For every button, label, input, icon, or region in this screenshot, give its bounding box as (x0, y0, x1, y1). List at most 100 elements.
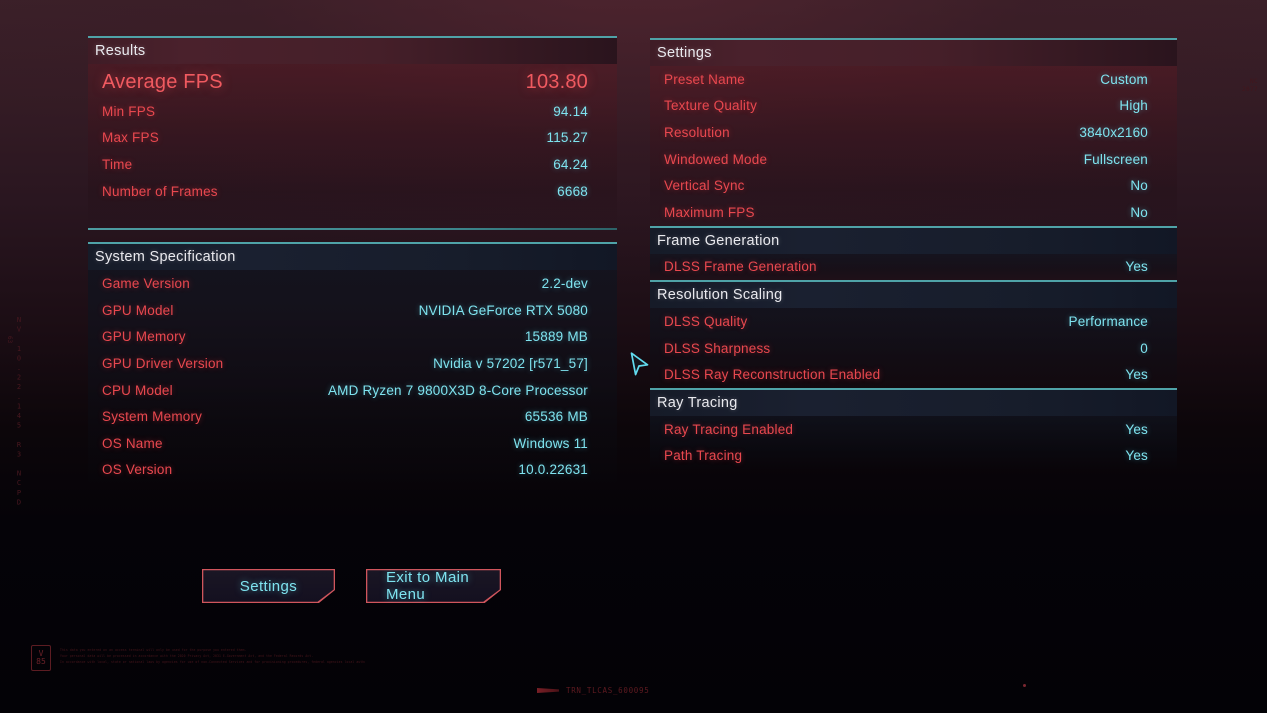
legal-disclaimer-line: In accordance with local, state or natio… (60, 660, 365, 665)
stat-row: Number of Frames 6668 (88, 178, 617, 205)
corner-code-watermark: NC 2077 (1242, 78, 1258, 93)
stat-row: Texture Quality High (650, 93, 1177, 120)
stat-row-label: OS Version (102, 462, 173, 478)
stat-row: GPU Memory 15889 MB (88, 324, 617, 351)
stat-row-label: DLSS Quality (664, 313, 748, 329)
stat-row: GPU Driver Version Nvidia v 57202 [r571_5… (88, 350, 617, 377)
stat-row-label: GPU Memory (102, 329, 186, 345)
section-title: Ray Tracing (657, 394, 738, 411)
settings-button[interactable]: Settings (202, 569, 335, 603)
build-tag-label: TRN_TLCAS_600095 (566, 686, 650, 695)
legal-badge-line-2: 85 (36, 657, 46, 666)
stat-row-label: Min FPS (102, 103, 156, 119)
stat-row-label: Vertical Sync (664, 178, 745, 194)
section-header: Ray Tracing (650, 387, 1177, 416)
stat-row-label: GPU Model (102, 302, 174, 318)
stat-row-label: Number of Frames (102, 183, 218, 199)
corner-code-line-1: NC (1250, 78, 1259, 85)
stat-row: DLSS Frame Generation Yes (650, 254, 1177, 281)
left-panel: Results Average FPS 103.80 Min FPS 94.14 Max … (88, 36, 617, 484)
stat-row: Max FPS 115.27 (88, 125, 617, 152)
stat-row: Average FPS 103.80 (88, 64, 617, 98)
stat-row-value: Windows 11 (513, 435, 588, 451)
stat-row-value: 0 (1140, 340, 1148, 356)
exit-to-main-menu-button[interactable]: Exit to Main Menu (366, 569, 501, 603)
section-header: Results (88, 36, 617, 64)
stat-row: Time 64.24 (88, 151, 617, 178)
stat-row-label: Path Tracing (664, 448, 743, 464)
button-bar: Settings Exit to Main Menu (202, 569, 501, 603)
stat-row: Preset Name Custom (650, 66, 1177, 93)
legal-badge: V 85 (31, 645, 51, 671)
stat-row-label: Windowed Mode (664, 151, 768, 167)
arrow-cursor-icon (630, 352, 652, 380)
stat-row-value: Yes (1125, 259, 1148, 275)
stat-row-value: Custom (1100, 71, 1148, 87)
side-code-watermark: NV 10.22.145 R3 NCPD (15, 316, 23, 508)
stat-row: GPU Model NVIDIA GeForce RTX 5080 (88, 297, 617, 324)
section: Frame Generation DLSS Frame Generation Yes (650, 225, 1177, 281)
stat-row-value: Nvidia v 57202 [r571_57] (433, 355, 588, 371)
stat-row-value: 10.0.22631 (518, 462, 588, 478)
stat-row-value: 103.80 (525, 70, 588, 93)
section-title: Frame Generation (657, 232, 780, 249)
stat-row-label: Maximum FPS (664, 204, 755, 220)
section-title: Settings (657, 45, 712, 61)
stat-row: OS Name Windows 11 (88, 430, 617, 457)
section-body: DLSS Frame Generation Yes (650, 253, 1177, 281)
stat-row-label: DLSS Frame Generation (664, 259, 817, 275)
stat-row-label: CPU Model (102, 382, 173, 398)
stat-row-value: Fullscreen (1083, 151, 1148, 167)
stat-row-value: No (1130, 178, 1148, 194)
stat-row-value: High (1119, 98, 1148, 114)
section-header: Frame Generation (650, 225, 1177, 254)
section-header: Settings (650, 38, 1177, 66)
stat-row: Game Version 2.2-dev (88, 270, 617, 297)
stat-row-value: 94.14 (553, 103, 588, 119)
legal-disclaimer-text: This data you entered on an access termi… (60, 647, 365, 665)
section: Results Average FPS 103.80 Min FPS 94.14 Max … (88, 36, 617, 231)
section: Resolution Scaling DLSS Quality Performanc… (650, 280, 1177, 388)
section-title: Results (95, 43, 146, 59)
benchmark-results-screen: Results Average FPS 103.80 Min FPS 94.14 Max … (0, 0, 1267, 713)
stat-row-label: GPU Driver Version (102, 355, 224, 371)
stat-row-label: System Memory (102, 409, 203, 425)
stat-row: System Memory 65536 MB (88, 403, 617, 430)
stat-row: Windowed Mode Fullscreen (650, 146, 1177, 173)
side-code-small-watermark: 63 (6, 336, 13, 344)
right-panel: Settings Preset Name Custom Texture Quality… (650, 38, 1177, 470)
corner-code-line-2: 2077 (1242, 85, 1259, 93)
stat-row-label: OS Name (102, 435, 163, 451)
stat-row-value: 6668 (557, 183, 588, 199)
stat-row: Ray Tracing Enabled Yes (650, 416, 1177, 443)
stat-row-label: Average FPS (102, 70, 223, 93)
stat-row-value: Performance (1068, 313, 1148, 329)
stat-row-value: No (1130, 204, 1148, 220)
build-tag-dash-icon (537, 688, 559, 693)
exit-to-main-menu-button-label: Exit to Main Menu (386, 569, 470, 603)
section: System Specification Game Version 2.2-dev G… (88, 242, 617, 484)
stat-row-label: Ray Tracing Enabled (664, 421, 794, 437)
stat-row-value: 2.2-dev (541, 276, 588, 292)
section-header: Resolution Scaling (650, 280, 1177, 309)
stat-row: Maximum FPS No (650, 199, 1177, 226)
stat-row: DLSS Ray Reconstruction Enabled Yes (650, 361, 1177, 388)
stat-row-value: NVIDIA GeForce RTX 5080 (418, 302, 588, 318)
stat-row-value: Yes (1125, 421, 1148, 437)
stat-row-value: Yes (1125, 448, 1148, 464)
stat-row-value: AMD Ryzen 7 9800X3D 8-Core Processor (327, 382, 588, 398)
stat-row-label: DLSS Sharpness (664, 340, 771, 356)
stat-row: DLSS Quality Performance (650, 308, 1177, 335)
stat-row: DLSS Sharpness 0 (650, 335, 1177, 362)
stat-row-label: DLSS Ray Reconstruction Enabled (664, 367, 881, 383)
section-body: Ray Tracing Enabled Yes Path Tracing Yes (650, 415, 1177, 470)
stat-row-value: 3840x2160 (1079, 124, 1148, 140)
section: Ray Tracing Ray Tracing Enabled Yes Path Tr… (650, 387, 1177, 470)
stat-row-value: 15889 MB (524, 329, 588, 345)
stat-row: CPU Model AMD Ryzen 7 9800X3D 8-Core Proc… (88, 377, 617, 404)
stat-row: Min FPS 94.14 (88, 98, 617, 125)
stat-row-label: Max FPS (102, 130, 159, 146)
stat-row-label: Resolution (664, 124, 730, 140)
